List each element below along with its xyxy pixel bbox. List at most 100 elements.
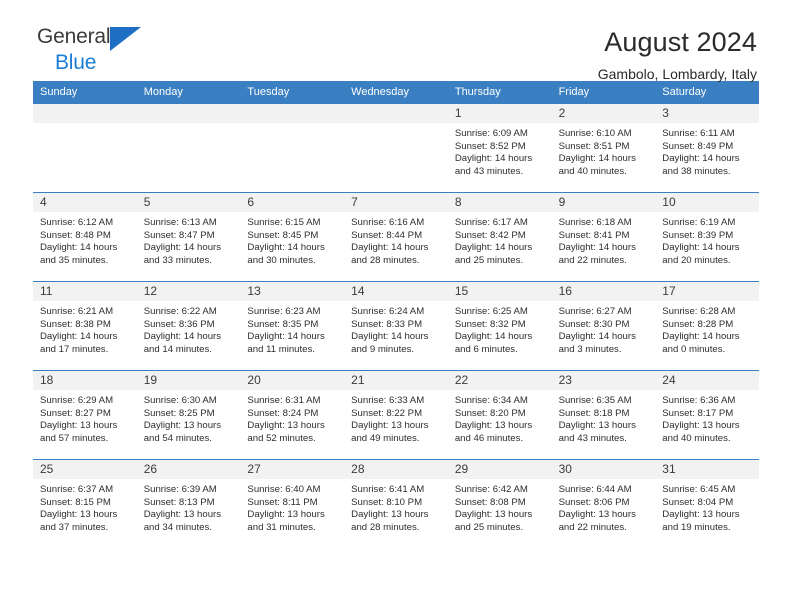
- day-details: [33, 123, 137, 192]
- day-info-line: Sunset: 8:18 PM: [558, 407, 630, 419]
- day-info-line: and 57 minutes.: [40, 432, 109, 444]
- calendar-day-cell[interactable]: 13 Sunrise: 6:23 AM Sunset: 8:35 PM Dayligh…: [240, 281, 345, 370]
- day-info-line: Sunrise: 6:42 AM: [454, 484, 528, 495]
- day-info-line: Sunrise: 6:39 AM: [143, 484, 217, 495]
- calendar-day-cell[interactable]: 4 Sunrise: 6:12 AM Sunset: 8:48 PM Daylight…: [33, 192, 137, 281]
- day-number-band: 2: [551, 104, 656, 123]
- calendar-day-cell[interactable]: 17 Sunrise: 6:28 AM Sunset: 8:28 PM Dayligh…: [655, 281, 759, 370]
- day-info-line: Sunrise: 6:16 AM: [351, 217, 425, 228]
- calendar-day-cell[interactable]: 9 Sunrise: 6:18 AM Sunset: 8:41 PM Daylight…: [551, 192, 656, 281]
- day-info-line: Sunset: 8:17 PM: [662, 407, 734, 419]
- calendar-day-cell[interactable]: 12 Sunrise: 6:22 AM Sunset: 8:36 PM Dayligh…: [136, 281, 241, 370]
- weekday-header-sunday: Sunday: [40, 86, 78, 98]
- day-info-line: Sunrise: 6:24 AM: [351, 306, 425, 317]
- day-info-line: Sunset: 8:27 PM: [40, 407, 111, 419]
- day-info-line: Sunset: 8:45 PM: [247, 229, 319, 241]
- day-info-line: and 52 minutes.: [247, 432, 316, 444]
- day-info-line: and 28 minutes.: [351, 521, 420, 533]
- weekday-header-tuesday: Tuesday: [247, 86, 290, 98]
- day-info-line: Daylight: 13 hours: [662, 509, 740, 521]
- day-number: 22: [454, 373, 469, 387]
- day-info-line: and 43 minutes.: [454, 165, 524, 177]
- calendar-day-cell[interactable]: 31 Sunrise: 6:45 AM Sunset: 8:04 PM Dayligh…: [655, 459, 759, 548]
- day-info-line: and 35 minutes.: [40, 254, 109, 266]
- day-info-line: and 20 minutes.: [662, 254, 731, 266]
- calendar-grid: Sunday Monday Tuesday Wednesday Thursday Frid…: [33, 81, 759, 548]
- day-details: Sunrise: 6:39 AM Sunset: 8:13 PM Daylight:…: [137, 479, 241, 548]
- day-details: Sunrise: 6:13 AM Sunset: 8:47 PM Daylight:…: [137, 212, 241, 281]
- day-number: 5: [143, 195, 151, 209]
- calendar-day-cell[interactable]: 24 Sunrise: 6:36 AM Sunset: 8:17 PM Dayligh…: [655, 370, 759, 459]
- calendar-week-row: 1 Sunrise: 6:09 AM Sunset: 8:52 PM Daylight…: [33, 103, 759, 192]
- calendar-day-cell[interactable]: 22 Sunrise: 6:34 AM Sunset: 8:20 PM Dayligh…: [447, 370, 552, 459]
- calendar-day-cell[interactable]: 28 Sunrise: 6:41 AM Sunset: 8:10 PM Dayligh…: [344, 459, 448, 548]
- day-info-line: Sunrise: 6:25 AM: [454, 306, 528, 317]
- day-number-band: 20: [240, 371, 345, 390]
- calendar-day-cell[interactable]: 6 Sunrise: 6:15 AM Sunset: 8:45 PM Daylight…: [240, 192, 345, 281]
- calendar-day-cell[interactable]: 10 Sunrise: 6:19 AM Sunset: 8:39 PM Dayligh…: [655, 192, 759, 281]
- calendar-day-cell[interactable]: 8 Sunrise: 6:17 AM Sunset: 8:42 PM Daylight…: [447, 192, 552, 281]
- day-number-band: 15: [447, 282, 552, 301]
- calendar-day-cell[interactable]: 18 Sunrise: 6:29 AM Sunset: 8:27 PM Dayligh…: [33, 370, 137, 459]
- day-info-line: Daylight: 14 hours: [558, 331, 636, 343]
- day-info-line: Sunrise: 6:34 AM: [454, 395, 528, 406]
- day-details: Sunrise: 6:44 AM Sunset: 8:06 PM Daylight:…: [552, 479, 656, 548]
- calendar-day-cell[interactable]: 2 Sunrise: 6:10 AM Sunset: 8:51 PM Daylight…: [551, 103, 656, 192]
- day-details: Sunrise: 6:10 AM Sunset: 8:51 PM Daylight:…: [552, 123, 656, 192]
- calendar-day-cell[interactable]: 29 Sunrise: 6:42 AM Sunset: 8:08 PM Dayligh…: [447, 459, 552, 548]
- calendar-day-cell[interactable]: 26 Sunrise: 6:39 AM Sunset: 8:13 PM Dayligh…: [136, 459, 241, 548]
- day-info-line: Daylight: 14 hours: [351, 331, 429, 343]
- calendar-day-cell[interactable]: 11 Sunrise: 6:21 AM Sunset: 8:38 PM Dayligh…: [33, 281, 137, 370]
- day-details: Sunrise: 6:21 AM Sunset: 8:38 PM Daylight:…: [33, 301, 137, 370]
- day-info-line: Sunset: 8:51 PM: [558, 140, 630, 152]
- day-info-line: Sunset: 8:39 PM: [662, 229, 734, 241]
- day-details: Sunrise: 6:17 AM Sunset: 8:42 PM Daylight:…: [448, 212, 552, 281]
- day-info-line: Sunset: 8:52 PM: [454, 140, 526, 152]
- day-info-line: Sunrise: 6:17 AM: [454, 217, 528, 228]
- calendar-day-cell[interactable]: 19 Sunrise: 6:30 AM Sunset: 8:25 PM Dayligh…: [136, 370, 241, 459]
- day-info-line: Daylight: 13 hours: [247, 420, 325, 432]
- calendar-day-cell[interactable]: 27 Sunrise: 6:40 AM Sunset: 8:11 PM Dayligh…: [240, 459, 345, 548]
- day-number: 31: [662, 462, 676, 476]
- day-info-line: Sunrise: 6:23 AM: [247, 306, 321, 317]
- day-info-line: Sunset: 8:08 PM: [454, 496, 526, 508]
- day-info-line: and 25 minutes.: [454, 254, 524, 266]
- day-info-line: Sunrise: 6:09 AM: [454, 128, 528, 139]
- day-info-line: Sunrise: 6:12 AM: [40, 217, 114, 228]
- day-number: 1: [454, 106, 462, 120]
- day-info-line: and 19 minutes.: [662, 521, 731, 533]
- calendar-day-cell[interactable]: 23 Sunrise: 6:35 AM Sunset: 8:18 PM Dayligh…: [551, 370, 656, 459]
- day-number: 13: [247, 284, 261, 298]
- weekday-header-row: Sunday Monday Tuesday Wednesday Thursday Frid…: [33, 81, 759, 103]
- calendar-day-cell[interactable]: 25 Sunrise: 6:37 AM Sunset: 8:15 PM Dayligh…: [33, 459, 137, 548]
- general-blue-logo[interactable]: General Blue: [33, 26, 142, 73]
- day-number-band: 10: [655, 193, 759, 212]
- day-number-band: 28: [344, 460, 448, 479]
- calendar-week-row: 18 Sunrise: 6:29 AM Sunset: 8:27 PM Dayligh…: [33, 370, 759, 459]
- calendar-day-cell[interactable]: 5 Sunrise: 6:13 AM Sunset: 8:47 PM Daylight…: [136, 192, 241, 281]
- calendar-day-cell[interactable]: 1 Sunrise: 6:09 AM Sunset: 8:52 PM Daylight…: [447, 103, 552, 192]
- day-number-band: 1: [447, 104, 552, 123]
- day-info-line: Sunset: 8:38 PM: [40, 318, 111, 330]
- day-number: 12: [143, 284, 158, 298]
- day-info-line: and 38 minutes.: [662, 165, 731, 177]
- day-number: 3: [662, 106, 669, 120]
- day-info-line: Sunset: 8:22 PM: [351, 407, 423, 419]
- day-details: [137, 123, 241, 192]
- calendar-day-cell[interactable]: 14 Sunrise: 6:24 AM Sunset: 8:33 PM Dayligh…: [344, 281, 448, 370]
- day-info-line: Sunset: 8:32 PM: [454, 318, 526, 330]
- day-info-line: and 3 minutes.: [558, 343, 622, 355]
- calendar-day-cell[interactable]: 7 Sunrise: 6:16 AM Sunset: 8:44 PM Daylight…: [344, 192, 448, 281]
- calendar-day-cell[interactable]: 16 Sunrise: 6:27 AM Sunset: 8:30 PM Dayligh…: [551, 281, 656, 370]
- calendar-day-cell[interactable]: 3 Sunrise: 6:11 AM Sunset: 8:49 PM Daylight…: [655, 103, 759, 192]
- day-info-line: Sunset: 8:20 PM: [454, 407, 526, 419]
- day-number: 23: [558, 373, 572, 387]
- day-number-band: 25: [33, 460, 137, 479]
- day-info-line: Sunset: 8:25 PM: [143, 407, 215, 419]
- day-info-line: Daylight: 14 hours: [558, 242, 636, 254]
- calendar-day-cell[interactable]: 21 Sunrise: 6:33 AM Sunset: 8:22 PM Dayligh…: [344, 370, 448, 459]
- calendar-day-cell[interactable]: 20 Sunrise: 6:31 AM Sunset: 8:24 PM Dayligh…: [240, 370, 345, 459]
- calendar-day-cell[interactable]: 15 Sunrise: 6:25 AM Sunset: 8:32 PM Dayligh…: [447, 281, 552, 370]
- calendar-day-cell[interactable]: 30 Sunrise: 6:44 AM Sunset: 8:06 PM Dayligh…: [551, 459, 656, 548]
- day-info-line: Sunrise: 6:36 AM: [662, 395, 736, 406]
